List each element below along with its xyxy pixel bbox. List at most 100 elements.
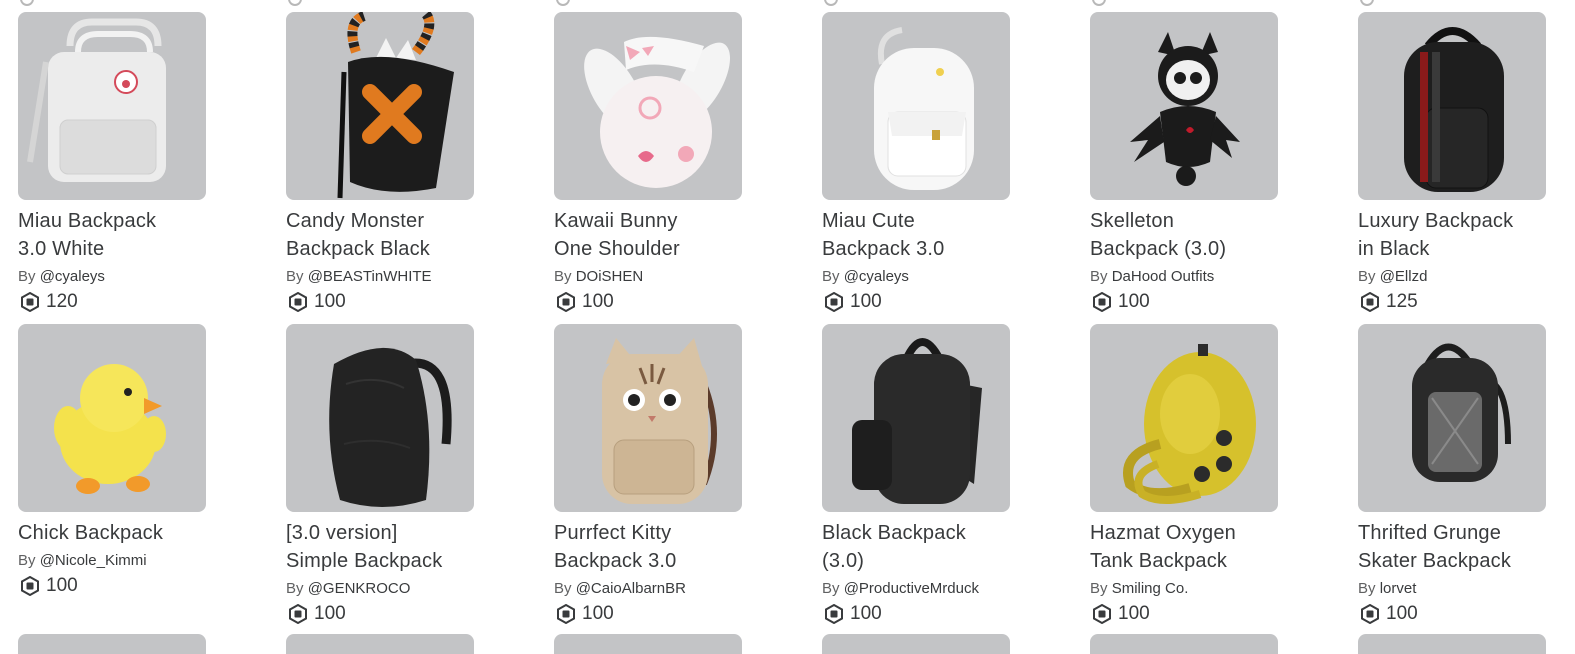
item-thumbnail[interactable] [554, 324, 742, 512]
item-name-line: (3.0) [822, 550, 865, 572]
item-name-line: Miau Backpack [18, 210, 157, 232]
skeleton-cat-backpack-image [1130, 32, 1240, 186]
item-name[interactable]: Miau Backpack 3.0 White [18, 207, 206, 263]
item-thumbnail[interactable] [1358, 12, 1546, 200]
item-name[interactable]: Skelleton Backpack (3.0) [1090, 207, 1278, 263]
creator-name-link[interactable]: @cyaleys [40, 268, 105, 285]
creator-name-link[interactable]: @GENKROCO [308, 580, 411, 597]
item-price: 125 [1358, 290, 1546, 314]
item-card[interactable]: [3.0 version] Simple Backpack By @GENKROCO… [286, 324, 474, 626]
item-name[interactable]: Black Backpack (3.0) [822, 519, 1010, 575]
creator-by-label: By [1358, 580, 1376, 597]
item-thumbnail[interactable] [822, 324, 1010, 512]
robux-icon [825, 604, 843, 624]
creator-name-link[interactable]: @Nicole_Kimmi [40, 552, 147, 569]
creator-name-link[interactable]: @BEASTinWHITE [308, 268, 432, 285]
creator-name-link[interactable]: @ProductiveMrduck [844, 580, 979, 597]
creator-name-link[interactable]: lorvet [1380, 580, 1417, 597]
item-name-line: One Shoulder [554, 238, 680, 260]
price-value: 100 [1118, 291, 1150, 312]
item-name[interactable]: Purrfect Kitty Backpack 3.0 [554, 519, 742, 575]
item-thumbnail[interactable] [18, 634, 206, 654]
item-thumbnail[interactable] [286, 12, 474, 200]
item-thumbnail[interactable] [286, 634, 474, 654]
item-name[interactable]: Hazmat Oxygen Tank Backpack [1090, 519, 1278, 575]
robux-icon [288, 0, 302, 6]
item-card[interactable]: Chick Backpack By @Nicole_Kimmi 100 [18, 324, 206, 598]
item-name[interactable]: Luxury Backpack in Black [1358, 207, 1546, 263]
creator-by-label: By [822, 268, 840, 285]
item-card[interactable]: Candy Monster Backpack Black By @BEASTinWH… [286, 12, 474, 314]
price-value: 100 [46, 575, 78, 596]
creator-name-link[interactable]: @CaioAlbarnBR [576, 580, 686, 597]
item-creator: By @ProductiveMrduck [822, 579, 1010, 599]
item-card[interactable]: Thrifted Grunge Skater Backpack By lorvet 1… [1358, 324, 1546, 626]
item-card[interactable]: Luxury Backpack in Black By @Ellzd 125 [1358, 12, 1546, 314]
robux-icon [557, 604, 575, 624]
robux-icon [1361, 292, 1379, 312]
creator-by-label: By [18, 552, 36, 569]
item-thumbnail[interactable] [1090, 324, 1278, 512]
item-thumbnail[interactable] [1090, 12, 1278, 200]
creator-name-link[interactable]: DOiSHEN [576, 268, 644, 285]
item-creator: By Smiling Co. [1090, 579, 1278, 599]
item-creator: By @GENKROCO [286, 579, 474, 599]
item-thumbnail[interactable] [554, 12, 742, 200]
item-thumbnail[interactable] [822, 12, 1010, 200]
creator-by-label: By [554, 268, 572, 285]
creator-name-link[interactable]: DaHood Outfits [1112, 268, 1215, 285]
item-name-line: Hazmat Oxygen [1090, 522, 1236, 544]
hazmat-tank-backpack-image [1123, 344, 1256, 504]
item-card[interactable]: Miau Backpack 3.0 White By @cyaleys 120 [18, 12, 206, 314]
grunge-skater-backpack-image [1412, 343, 1511, 482]
item-card[interactable]: Miau Cute Backpack 3.0 By @cyaleys 100 [822, 12, 1010, 314]
creator-by-label: By [286, 268, 304, 285]
price-value: 100 [582, 291, 614, 312]
item-name[interactable]: Candy Monster Backpack Black [286, 207, 474, 263]
item-name-line: 3.0 White [18, 238, 105, 260]
item-card[interactable]: Hazmat Oxygen Tank Backpack By Smiling Co.… [1090, 324, 1278, 626]
creator-by-label: By [822, 580, 840, 597]
item-thumbnail[interactable] [18, 324, 206, 512]
item-name-line: Skater Backpack [1358, 550, 1512, 572]
item-name-line: Backpack Black [286, 238, 430, 260]
item-name-line: [3.0 version] [286, 522, 398, 544]
item-thumbnail[interactable] [554, 634, 742, 654]
robux-icon [1092, 0, 1106, 6]
item-creator: By DOiSHEN [554, 267, 742, 287]
item-thumbnail[interactable] [822, 634, 1010, 654]
item-thumbnail[interactable] [1090, 634, 1278, 654]
price-value: 100 [582, 603, 614, 624]
item-name[interactable]: Thrifted Grunge Skater Backpack [1358, 519, 1546, 575]
item-card[interactable]: Skelleton Backpack (3.0) By DaHood Outfits… [1090, 12, 1278, 314]
item-card[interactable]: Kawaii Bunny One Shoulder By DOiSHEN 100 [554, 12, 742, 314]
white-kanken-backpack-image [27, 18, 166, 182]
creator-name-link[interactable]: @Ellzd [1380, 268, 1428, 285]
creator-name-link[interactable]: @cyaleys [844, 268, 909, 285]
item-name[interactable]: Chick Backpack [18, 519, 206, 547]
item-price: 100 [822, 602, 1010, 626]
item-name-line: Tank Backpack [1090, 550, 1228, 572]
item-name-line: Luxury Backpack [1358, 210, 1514, 232]
item-thumbnail[interactable] [286, 324, 474, 512]
item-thumbnail[interactable] [1358, 634, 1546, 654]
item-thumbnail[interactable] [1358, 324, 1546, 512]
robux-icon [1093, 292, 1111, 312]
item-name[interactable]: [3.0 version] Simple Backpack [286, 519, 474, 575]
item-card[interactable]: Black Backpack (3.0) By @ProductiveMrduck 1… [822, 324, 1010, 626]
item-thumbnail[interactable] [18, 12, 206, 200]
item-name[interactable]: Miau Cute Backpack 3.0 [822, 207, 1010, 263]
white-cute-backpack-image [874, 27, 974, 190]
item-creator: By @CaioAlbarnBR [554, 579, 742, 599]
item-name-line: Skelleton [1090, 210, 1175, 232]
item-card[interactable]: Purrfect Kitty Backpack 3.0 By @CaioAlbarn… [554, 324, 742, 626]
item-name-line: Thrifted Grunge [1358, 522, 1502, 544]
creator-name-link[interactable]: Smiling Co. [1112, 580, 1189, 597]
item-name-line: Simple Backpack [286, 550, 443, 572]
price-value: 100 [1386, 603, 1418, 624]
item-name[interactable]: Kawaii Bunny One Shoulder [554, 207, 742, 263]
kitty-backpack-image [602, 338, 717, 504]
item-name-line: Backpack 3.0 [554, 550, 677, 572]
item-price: 100 [1358, 602, 1546, 626]
creator-by-label: By [1090, 268, 1108, 285]
